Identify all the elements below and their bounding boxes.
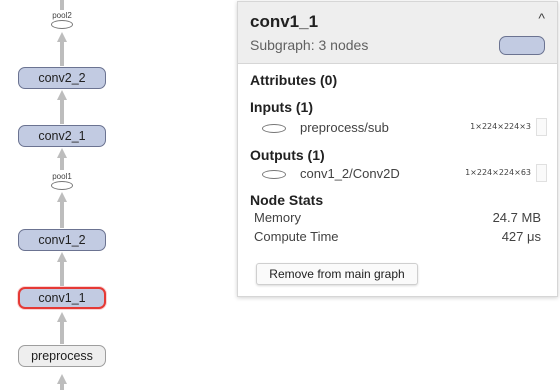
chevron-up-icon[interactable]: ^ xyxy=(538,10,545,26)
op-node-icon xyxy=(262,124,286,133)
output-scroll-box xyxy=(536,164,547,182)
op-node-icon xyxy=(262,170,286,179)
node-label: conv1_1 xyxy=(38,291,86,305)
output-shape: 1×224×224×63 xyxy=(465,168,531,177)
graph-edges xyxy=(57,0,67,390)
input-name[interactable]: preprocess/sub xyxy=(300,120,389,135)
node-label: conv1_2 xyxy=(38,233,86,247)
stat-value: 427 μs xyxy=(501,229,541,244)
graph-node-conv2_1[interactable]: conv2_1 xyxy=(18,125,106,147)
op-node-ellipse xyxy=(51,20,73,29)
card-subtitle: Subgraph: 3 nodes xyxy=(250,37,369,53)
graph-node-conv1_2[interactable]: conv1_2 xyxy=(18,229,106,251)
edge-arrow xyxy=(57,252,67,262)
graph-node-preprocess[interactable]: preprocess xyxy=(18,345,106,367)
output-item[interactable]: conv1_2/Conv2D 1×224×224×63 xyxy=(262,164,547,183)
edge-arrow xyxy=(57,90,67,100)
graph-node-conv1_1[interactable]: conv1_1 xyxy=(18,287,106,309)
node-color-swatch xyxy=(499,36,545,55)
stat-row-memory: Memory 24.7 MB xyxy=(254,210,541,228)
node-label: pool2 xyxy=(52,11,72,20)
edge-arrow xyxy=(57,32,67,42)
stat-label: Memory xyxy=(254,210,301,225)
node-label: conv2_2 xyxy=(38,71,86,85)
node-stats-heading: Node Stats xyxy=(250,192,324,208)
input-scroll-box xyxy=(536,118,547,136)
stat-row-compute-time: Compute Time 427 μs xyxy=(254,229,541,247)
input-shape: 1×224×224×3 xyxy=(470,122,531,131)
input-item[interactable]: preprocess/sub 1×224×224×3 xyxy=(262,118,547,137)
node-info-card: conv1_1 Subgraph: 3 nodes ^ Attributes (… xyxy=(237,1,558,297)
op-node-ellipse xyxy=(51,181,73,190)
node-label: preprocess xyxy=(31,349,93,363)
graph-node-pool1[interactable]: pool1 xyxy=(50,172,74,190)
attributes-heading: Attributes (0) xyxy=(250,72,338,88)
graph-node-pool2[interactable]: pool2 xyxy=(50,11,74,29)
graph-node-conv2_2[interactable]: conv2_2 xyxy=(18,67,106,89)
edge-arrow xyxy=(57,192,67,202)
remove-from-main-graph-button[interactable]: Remove from main graph xyxy=(256,263,418,285)
node-label: pool1 xyxy=(52,172,72,181)
edge-arrow xyxy=(57,148,67,158)
graph-canvas[interactable]: pool2 conv2_2 conv2_1 pool1 conv1_2 conv… xyxy=(0,0,240,390)
edge-arrow xyxy=(57,374,67,384)
edge-arrow xyxy=(57,312,67,322)
stat-label: Compute Time xyxy=(254,229,339,244)
stat-value: 24.7 MB xyxy=(492,210,541,225)
output-name[interactable]: conv1_2/Conv2D xyxy=(300,166,400,181)
inputs-heading: Inputs (1) xyxy=(250,99,313,115)
card-header: conv1_1 Subgraph: 3 nodes ^ xyxy=(238,2,557,64)
outputs-heading: Outputs (1) xyxy=(250,147,325,163)
card-title: conv1_1 xyxy=(250,12,319,31)
node-label: conv2_1 xyxy=(38,129,86,143)
